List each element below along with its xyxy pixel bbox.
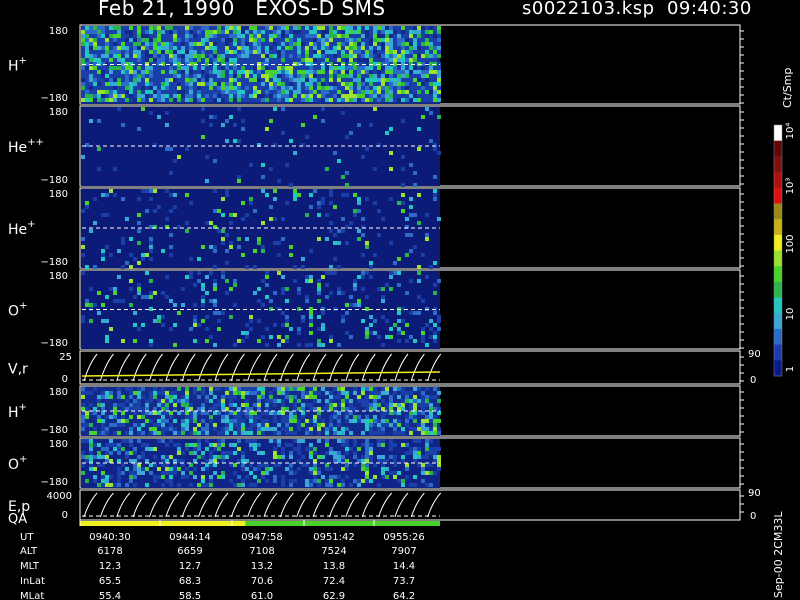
y-min-v-r: 0 [62,374,68,385]
table-cell: 14.4 [393,561,415,572]
right-min-e-p: 0 [750,511,756,522]
table-row-label: InLat [20,576,45,587]
table-cell: 62.9 [323,591,345,600]
table-cell: 73.7 [393,576,415,587]
y-min-e-p: 0 [62,510,68,521]
table-cell: 0940:30 [89,532,131,543]
y-min-o-plus-2: −180 [41,477,68,488]
colorbar-cell [774,234,782,251]
colorbar-cell [774,297,782,314]
colorbar-cell [774,328,782,346]
table-cell: 58.5 [179,591,201,600]
y-max-h-plus-2: 180 [49,387,68,398]
colorbar-tick-label: 1 [785,366,796,372]
colorbar-cell [774,125,782,142]
table-row-label: UT [20,532,34,543]
table-row-label: MLat [20,591,44,600]
table-cell: 6178 [97,546,122,557]
y-max-o-plus-2: 180 [49,439,68,450]
table-cell: 12.7 [179,561,201,572]
qa-segment-1 [245,521,440,526]
table-cell: 12.3 [99,561,121,572]
panel-label-o-plus-2: O+ [8,454,27,473]
y-min-he-plus-plus: −180 [41,175,68,186]
colorbar-tick-label: 10³ [785,178,796,195]
table-cell: 72.4 [323,576,345,587]
chart-title: Feb 21, 1990 EXOS-D SMS [98,0,386,20]
table-cell: 0944:14 [169,532,211,543]
table-cell: 7907 [391,546,416,557]
footer-note: Sep-00 2CM33L [772,511,785,599]
colorbar-cell [774,219,782,236]
colorbar-cell [774,140,782,157]
table-cell: 0947:58 [241,532,283,543]
table-cell: 70.6 [251,576,273,587]
colorbar-tick-label: 100 [785,234,796,253]
table-cell: 64.2 [393,591,415,600]
table-cell: 0955:26 [383,532,425,543]
table-cell: 6659 [177,546,202,557]
table-row-label: MLT [20,561,40,572]
table-cell: 7108 [249,546,274,557]
y-max-v-r: 25 [59,352,72,363]
file-time: s0022103.ksp 09:40:30 [522,0,752,19]
colorbar-cell [774,313,782,330]
chart-canvas: 180 −180 H+ 180 −180 He++ 180 −180 He+ 180 −180 O+ 2… [8,24,796,600]
y-min-o-plus: −180 [41,338,68,349]
colorbar-cell [774,203,782,220]
colorbar-cell [774,344,782,361]
colorbar-cell [774,172,782,189]
colorbar-cell [774,156,782,173]
table-cell: 61.0 [251,591,273,600]
colorbar-tick-label: 10⁴ [785,123,796,140]
y-max-e-p: 4000 [47,491,72,502]
table-row-label: ALT [20,546,38,557]
panel-frame-v-r [79,350,741,385]
panel-label-he-plus: He+ [8,219,36,238]
table-cell: 65.5 [99,576,121,587]
colorbar-unit: Ct/Smp [781,67,794,108]
colorbar-cell [774,360,782,377]
table-cell: 7524 [321,546,346,557]
colorbar-cell [774,281,782,299]
y-min-h-plus: −180 [41,93,68,104]
right-min-v-r: 0 [750,375,756,386]
table-cell: 13.2 [251,561,273,572]
colorbar-cell [774,266,782,283]
y-max-he-plus: 180 [49,189,68,200]
table-cell: 0951:42 [313,532,355,543]
panel-label-h-plus-2: H+ [8,402,27,421]
y-min-he-plus: −180 [41,257,68,268]
y-min-h-plus-2: −180 [41,425,68,436]
colorbar-cell [774,250,782,267]
panel-frame-e-p [79,489,741,521]
panel-label-v-r: V,r [8,362,28,378]
y-max-h-plus: 180 [49,26,68,37]
panel-label-o-plus: O+ [8,301,27,320]
panel-label-h-plus: H+ [8,56,27,75]
qa-segment-0 [80,521,246,526]
y-max-o-plus: 180 [49,271,68,282]
table-cell: 68.3 [179,576,201,587]
y-max-he-plus-plus: 180 [49,107,68,118]
right-max-e-p: 90 [748,488,761,499]
table-cell: 55.4 [99,591,121,600]
table-cell: 13.8 [323,561,345,572]
qa-label: QA [8,512,27,527]
panel-label-he-plus-plus: He++ [8,137,44,156]
colorbar-cell [774,187,782,204]
colorbar-tick-label: 10 [785,308,796,321]
right-max-v-r: 90 [748,349,761,360]
